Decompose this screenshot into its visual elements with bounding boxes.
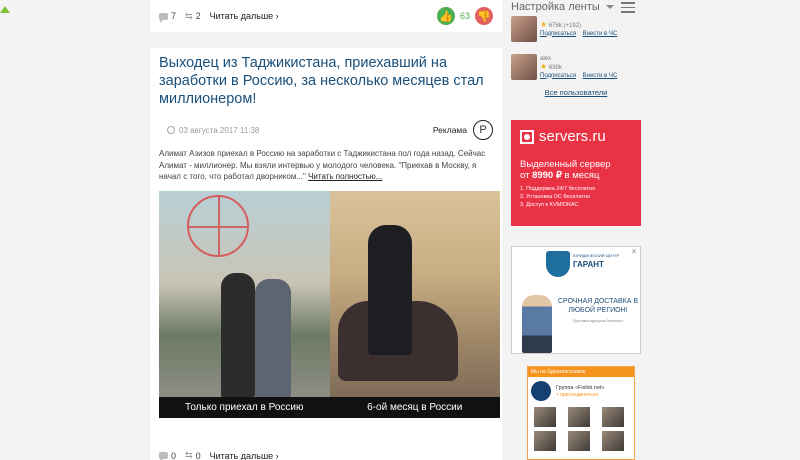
servers-logo: servers.ru <box>520 128 632 145</box>
servers-headline: Выделенный сервер от 8990 ₽ в месяц <box>520 159 611 181</box>
previous-post-footer: 7 ⇆ 2 Читать дальше › 👍 63 👎 <box>150 0 502 32</box>
ok-widget-header: Мы на Одноклассниках <box>528 367 634 377</box>
article-date: 03 августа 2017 11:38 <box>179 125 260 135</box>
user-item: alex ★ 638k Подписаться Внести в ЧС <box>511 54 641 80</box>
post-actions: 7 ⇆ 2 Читать дальше › 👍 63 👎 <box>159 0 493 32</box>
star-icon: ★ <box>540 19 548 29</box>
join-group-button[interactable]: + присоединиться <box>556 392 605 398</box>
servers-features: 1. Поддержка 24/7 бесплатно 2. Установка… <box>520 186 596 208</box>
courier-image <box>522 295 552 353</box>
all-users-link[interactable]: Все пользователи <box>511 88 641 97</box>
corner-triangle-icon <box>0 6 10 13</box>
ferris-wheel-icon <box>187 194 249 257</box>
odnoklassniki-widget: Мы на Одноклассниках Группа «Fishki.net»… <box>527 366 635 460</box>
ad-label[interactable]: Реклама <box>433 125 467 135</box>
thumb-up-icon[interactable]: 👍 <box>436 7 455 25</box>
comment-icon <box>159 452 168 460</box>
star-icon: ★ <box>540 61 548 71</box>
user-name[interactable]: alex <box>540 55 622 63</box>
avatar[interactable] <box>511 16 537 42</box>
close-icon[interactable]: ✕ <box>631 248 637 256</box>
read-more-link[interactable]: Читать дальше › <box>210 451 279 460</box>
member-avatar[interactable] <box>568 407 590 427</box>
caption-right: 6-ой месяц в России <box>367 401 463 413</box>
garant-headline: СРОЧНАЯ ДОСТАВКА В ЛЮБОЙ РЕГИОН! <box>558 298 639 314</box>
ruble-icon[interactable]: Р <box>473 120 493 140</box>
likes-count: 63 <box>459 11 470 21</box>
garant-note: *Доставка курьером бесплатно <box>572 319 624 323</box>
photo-before <box>159 190 330 397</box>
member-avatar[interactable] <box>602 431 624 451</box>
photo-after <box>330 190 500 397</box>
clock-icon <box>167 126 175 134</box>
member-avatar[interactable] <box>534 407 556 427</box>
garant-subtitle: ЮРИДИЧЕСКИЙ ЦЕНТР <box>573 253 620 258</box>
comment-icon <box>159 12 168 23</box>
sidebar: Настройка ленты ★ 676k (+192) Подписатьс… <box>511 0 641 354</box>
members-grid <box>528 401 634 457</box>
menu-icon[interactable] <box>621 2 635 16</box>
image-captions: Только приехал в Россию 6-ой месяц в Рос… <box>159 396 500 418</box>
article-image[interactable]: Только приехал в Россию 6-ой месяц в Рос… <box>159 190 500 418</box>
servers-logo-icon <box>520 129 534 144</box>
share-icon: ⇆ <box>185 10 193 21</box>
user-item: ★ 676k (+192) Подписаться Внести в ЧС <box>511 16 641 42</box>
share-icon: ⇆ <box>185 450 193 460</box>
article-actions: 0 ⇆ 0 Читать дальше › <box>159 438 493 460</box>
garant-ad-banner[interactable]: ✕ ЮРИДИЧЕСКИЙ ЦЕНТР ГАРАНТ СРОЧНАЯ ДОСТА… <box>511 246 641 354</box>
servers-ad-banner[interactable]: servers.ru Выделенный сервер от 8990 ₽ в… <box>511 120 641 226</box>
caption-left: Только приехал в Россию <box>185 401 304 413</box>
read-full-link[interactable]: Читать полностью... <box>308 172 382 181</box>
avatar[interactable] <box>511 54 537 80</box>
member-avatar[interactable] <box>568 431 590 451</box>
subscribe-link[interactable]: Подписаться <box>540 31 576 37</box>
comments-count[interactable]: 7 <box>159 11 176 23</box>
read-more-link[interactable]: Читать дальше › <box>210 11 279 21</box>
chevron-down-icon <box>605 5 614 9</box>
subscribe-link[interactable]: Подписаться <box>540 73 576 79</box>
page: 7 ⇆ 2 Читать дальше › 👍 63 👎 Выходец из … <box>0 0 800 460</box>
comments-count[interactable]: 0 <box>159 451 176 460</box>
shares-count[interactable]: ⇆ 2 <box>185 11 201 22</box>
shares-count[interactable]: ⇆ 0 <box>185 450 201 460</box>
vote-controls: 👍 63 👎 <box>436 7 493 25</box>
garant-name: ГАРАНТ <box>573 260 604 269</box>
blacklist-link[interactable]: Внести в ЧС <box>583 73 618 79</box>
shield-icon <box>546 251 570 277</box>
member-avatar[interactable] <box>602 407 624 427</box>
member-avatar[interactable] <box>534 431 556 451</box>
blacklist-link[interactable]: Внести в ЧС <box>583 31 618 37</box>
article-meta: 03 августа 2017 11:38 Реклама Р <box>159 120 493 140</box>
thumb-down-icon[interactable]: 👎 <box>475 7 493 25</box>
article-card: Выходец из Таджикистана, приехавший на з… <box>150 48 502 460</box>
article-excerpt: Алимат Азизов приехал в Россию на зарабо… <box>159 149 486 181</box>
group-logo[interactable] <box>531 381 551 401</box>
main-feed: 7 ⇆ 2 Читать дальше › 👍 63 👎 Выходец из … <box>150 0 502 460</box>
article-title[interactable]: Выходец из Таджикистана, приехавший на з… <box>159 54 493 108</box>
group-name[interactable]: Группа «Fishki.net» <box>556 384 605 392</box>
